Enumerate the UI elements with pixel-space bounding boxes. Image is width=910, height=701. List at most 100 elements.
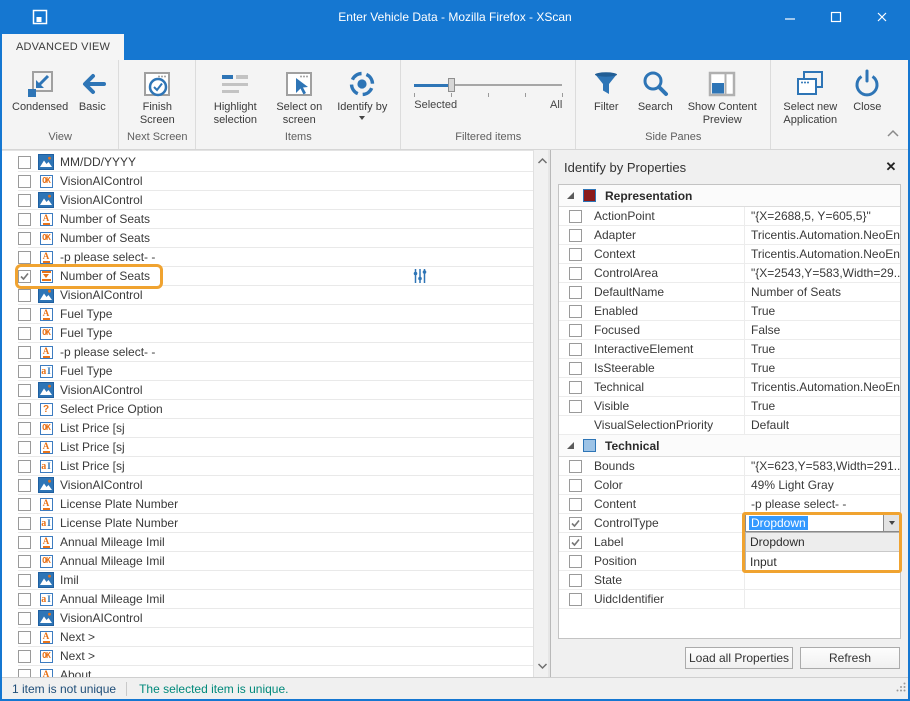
tree-item-checkbox[interactable] — [18, 517, 31, 530]
tree-row[interactable]: Imil — [18, 571, 533, 590]
tree-row[interactable]: VisionAIControl — [18, 609, 533, 628]
scroll-down-icon[interactable] — [537, 657, 548, 675]
property-checkbox[interactable] — [569, 517, 582, 530]
tree-row[interactable]: OKAnnual Mileage Imil — [18, 552, 533, 571]
identify-by-button[interactable]: Identify by — [331, 65, 393, 122]
tree-item-checkbox[interactable] — [18, 194, 31, 207]
tree-item-checkbox[interactable] — [18, 460, 31, 473]
property-checkbox[interactable] — [569, 593, 582, 606]
property-checkbox[interactable] — [569, 460, 582, 473]
tree-row[interactable]: VisionAIControl — [18, 286, 533, 305]
tree-row[interactable]: ANext > — [18, 628, 533, 647]
property-checkbox[interactable] — [569, 381, 582, 394]
finish-screen-button[interactable]: Finish Screen — [126, 65, 188, 129]
property-checkbox[interactable] — [569, 286, 582, 299]
tree-item-checkbox[interactable] — [18, 270, 31, 283]
property-checkbox[interactable] — [569, 267, 582, 280]
tree-row[interactable]: VisionAIControl — [18, 191, 533, 210]
tree-item-checkbox[interactable] — [18, 498, 31, 511]
tree-item-checkbox[interactable] — [18, 251, 31, 264]
tree-row[interactable]: OKList Price [sj — [18, 419, 533, 438]
tree-item-checkbox[interactable] — [18, 365, 31, 378]
resize-grip[interactable] — [896, 679, 906, 697]
filtered-items-slider[interactable]: Selected All — [414, 75, 562, 111]
tree-item-checkbox[interactable] — [18, 403, 31, 416]
tree-row[interactable]: AFuel Type — [18, 305, 533, 324]
close-scan-button[interactable]: Close — [844, 65, 890, 116]
section-header-representation[interactable]: Representation — [559, 185, 900, 207]
tree-row[interactable]: A-p please select- - — [18, 343, 533, 362]
tree-row[interactable]: VisionAIControl — [18, 476, 533, 495]
property-checkbox[interactable] — [569, 248, 582, 261]
property-checkbox[interactable] — [569, 305, 582, 318]
tree-item-checkbox[interactable] — [18, 479, 31, 492]
select-new-application-button[interactable]: Select new Application — [778, 65, 842, 129]
tree-item-checkbox[interactable] — [18, 346, 31, 359]
highlight-selection-button[interactable]: Highlight selection — [203, 65, 267, 129]
tree-row[interactable]: VisionAIControl — [18, 381, 533, 400]
tree-item-checkbox[interactable] — [18, 612, 31, 625]
property-checkbox[interactable] — [569, 362, 582, 375]
tree-item-checkbox[interactable] — [18, 555, 31, 568]
tree-row[interactable]: OKNumber of Seats — [18, 229, 533, 248]
tree-row[interactable]: ANumber of Seats — [18, 210, 533, 229]
tree-item-checkbox[interactable] — [18, 213, 31, 226]
tree-item-checkbox[interactable] — [18, 232, 31, 245]
tree-item-checkbox[interactable] — [18, 650, 31, 663]
combobox-option-dropdown[interactable]: Dropdown — [746, 533, 899, 552]
tree-row[interactable]: aIAnnual Mileage Imil — [18, 590, 533, 609]
property-checkbox[interactable] — [569, 498, 582, 511]
property-checkbox[interactable] — [569, 229, 582, 242]
tree-row[interactable]: Number of Seats — [18, 267, 533, 286]
section-header-technical[interactable]: Technical — [559, 435, 900, 457]
select-on-screen-button[interactable]: Select on screen — [269, 65, 329, 129]
tree-item-checkbox[interactable] — [18, 308, 31, 321]
tree-item-checkbox[interactable] — [18, 441, 31, 454]
tree-item-checkbox[interactable] — [18, 574, 31, 587]
tree-item-checkbox[interactable] — [18, 593, 31, 606]
expander-icon[interactable] — [567, 192, 574, 199]
property-checkbox[interactable] — [569, 343, 582, 356]
tree-item-checkbox[interactable] — [18, 156, 31, 169]
property-checkbox[interactable] — [569, 536, 582, 549]
tree-row[interactable]: A-p please select- - — [18, 248, 533, 267]
tree-row[interactable]: aILicense Plate Number — [18, 514, 533, 533]
slider-thumb[interactable] — [448, 78, 455, 92]
tree-row[interactable]: OKVisionAIControl — [18, 172, 533, 191]
property-checkbox[interactable] — [569, 324, 582, 337]
panel-close-icon[interactable]: ✕ — [881, 157, 901, 177]
tree-item-checkbox[interactable] — [18, 631, 31, 644]
scroll-up-icon[interactable] — [537, 152, 548, 170]
tree-row[interactable]: ALicense Plate Number — [18, 495, 533, 514]
search-button[interactable]: Search — [631, 65, 679, 116]
tree-item-checkbox[interactable] — [18, 175, 31, 188]
tab-advanced-view[interactable]: ADVANCED VIEW — [2, 34, 124, 60]
expander-icon[interactable] — [567, 442, 574, 449]
tree-row[interactable]: AAnnual Mileage Imil — [18, 533, 533, 552]
tree-row[interactable]: aIList Price [sj — [18, 457, 533, 476]
tree-row[interactable]: OKNext > — [18, 647, 533, 666]
combobox-value[interactable]: Dropdown — [746, 515, 883, 531]
tree-row[interactable]: AList Price [sj — [18, 438, 533, 457]
basic-button[interactable]: Basic — [73, 65, 111, 116]
tree-row[interactable]: AAbout — [18, 666, 533, 677]
tree-item-checkbox[interactable] — [18, 384, 31, 397]
filter-button[interactable]: Filter — [583, 65, 629, 116]
tree-item-checkbox[interactable] — [18, 289, 31, 302]
property-checkbox[interactable] — [569, 574, 582, 587]
tree-row[interactable]: OKFuel Type — [18, 324, 533, 343]
tree-item-checkbox[interactable] — [18, 669, 31, 678]
tree-scrollbar[interactable] — [533, 150, 550, 677]
tree-item-checkbox[interactable] — [18, 422, 31, 435]
controltype-combobox[interactable]: Dropdown — [745, 514, 900, 532]
load-all-properties-button[interactable]: Load all Properties — [685, 647, 793, 669]
property-checkbox[interactable] — [569, 479, 582, 492]
combobox-option-input[interactable]: Input — [746, 552, 899, 571]
tree-item-checkbox[interactable] — [18, 327, 31, 340]
refresh-button[interactable]: Refresh — [800, 647, 900, 669]
property-checkbox[interactable] — [569, 400, 582, 413]
tree-row[interactable]: aIFuel Type — [18, 362, 533, 381]
property-checkbox[interactable] — [569, 210, 582, 223]
show-content-preview-button[interactable]: Show Content Preview — [681, 65, 763, 129]
tree-row[interactable]: ?Select Price Option — [18, 400, 533, 419]
